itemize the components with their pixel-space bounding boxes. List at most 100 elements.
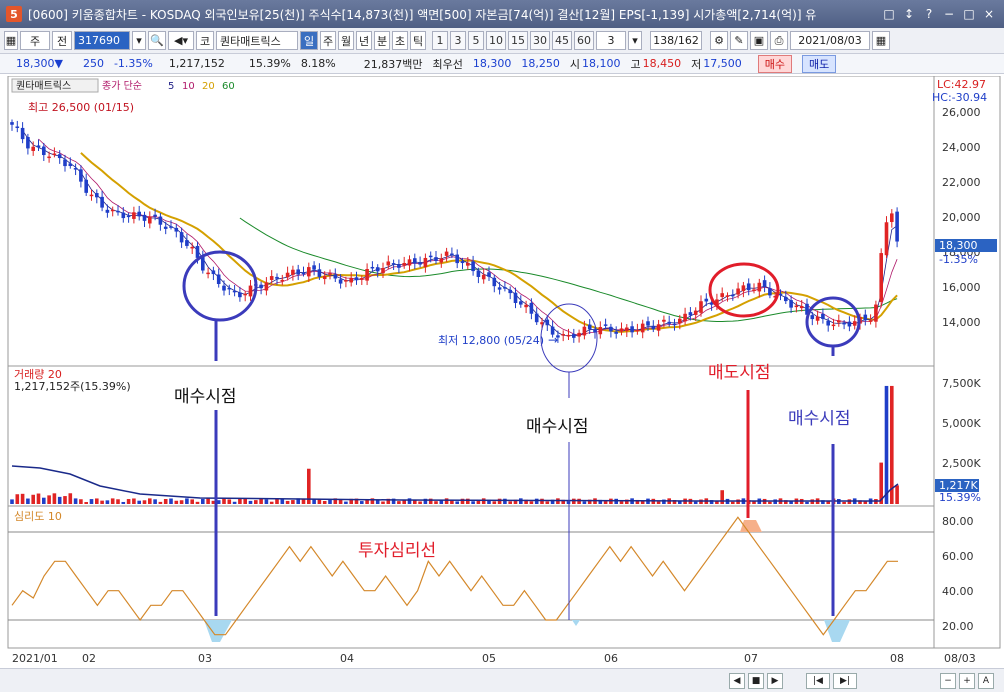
buy-button[interactable]: 매수 <box>757 54 792 73</box>
candle-body <box>444 251 449 256</box>
volume-bar <box>222 498 226 504</box>
interval-60[interactable]: 60 <box>574 31 594 50</box>
candle-body <box>227 287 232 290</box>
candle-body <box>190 246 194 249</box>
period-tick[interactable]: 틱 <box>410 31 426 50</box>
volume-bar <box>116 499 120 504</box>
best-bid: 18,250 <box>521 57 560 70</box>
volume: 1,217,152 <box>168 57 225 70</box>
title-bar: 5 [0600] 키움종합차트 - KOSDAQ 외국인보유[25(천)] 주식… <box>0 0 1004 28</box>
interval-30[interactable]: 30 <box>530 31 550 50</box>
minimize-icon[interactable]: − <box>942 7 956 21</box>
period-second[interactable]: 초 <box>392 31 408 50</box>
volume-bar <box>365 499 369 504</box>
help-icon[interactable]: ? <box>922 7 936 21</box>
restore-icon[interactable]: □ <box>882 7 896 21</box>
stop-icon[interactable]: ■ <box>748 672 764 689</box>
date-input[interactable]: 2021/08/03 <box>790 31 870 50</box>
resize-icon[interactable]: ↕ <box>902 7 916 21</box>
prev-button[interactable]: 전 <box>52 31 72 50</box>
candle-body <box>31 146 35 151</box>
period-month[interactable]: 월 <box>338 31 354 50</box>
volume-bar <box>126 499 131 504</box>
maximize-icon[interactable]: □ <box>962 7 976 21</box>
candle-body <box>52 153 57 156</box>
sentiment-center-label: 투자심리선 <box>358 541 436 561</box>
candle-body <box>248 285 253 297</box>
scroll-left-icon[interactable]: ◀ <box>729 672 745 689</box>
chevron-down-icon[interactable]: ▾ <box>628 31 642 50</box>
candle-body <box>884 222 889 256</box>
stock-code-input[interactable]: 317690 <box>74 31 130 50</box>
page-counter: 138/162 <box>650 31 702 50</box>
candle-body <box>407 259 412 266</box>
type-select[interactable]: 주 <box>20 31 50 50</box>
auto-icon[interactable]: A <box>978 672 994 689</box>
close-icon[interactable]: × <box>982 7 996 21</box>
market-button[interactable]: 코 <box>196 31 214 50</box>
first-icon[interactable]: |◀ <box>806 672 830 689</box>
toolbar: ▦ 주 전 317690 ▾ 🔍 ◀▾ 코 퀀타매트릭스 일 주 월 년 분 초… <box>0 28 1004 54</box>
candle-body <box>784 296 788 302</box>
speaker-icon[interactable]: ◀▾ <box>168 31 194 50</box>
interval-45[interactable]: 45 <box>552 31 572 50</box>
interval-10[interactable]: 10 <box>486 31 506 50</box>
volume-bar <box>238 498 242 504</box>
candle-body <box>216 274 221 285</box>
sentiment-label: 심리도 10 <box>14 510 62 523</box>
last-icon[interactable]: ▶| <box>833 672 857 689</box>
period-year[interactable]: 년 <box>356 31 372 50</box>
candle-body <box>375 267 380 272</box>
calendar-icon[interactable]: ▦ <box>872 31 890 50</box>
candle-body <box>169 226 173 228</box>
volume-bar <box>699 499 703 504</box>
count-select[interactable]: 3 <box>596 31 626 50</box>
zoom-out-icon[interactable]: − <box>940 672 956 689</box>
volume-bar <box>481 498 486 504</box>
tools-icon[interactable]: ✎ <box>730 31 748 50</box>
interval-5[interactable]: 5 <box>468 31 484 50</box>
volume-bar <box>397 501 401 504</box>
save-icon[interactable]: ▣ <box>750 31 768 50</box>
interval-15[interactable]: 15 <box>508 31 528 50</box>
zoom-in-icon[interactable]: + <box>959 672 975 689</box>
candle-body <box>428 255 433 258</box>
candle-body <box>678 318 682 324</box>
settings-icon[interactable]: ⚙ <box>710 31 728 50</box>
scroll-right-icon[interactable]: ▶ <box>767 672 783 689</box>
print-icon[interactable]: ⎙ <box>770 31 788 50</box>
interval-3[interactable]: 3 <box>450 31 466 50</box>
candle-body <box>402 262 406 266</box>
chart-svg[interactable]: 퀀타매트릭스 종가 단순 5 10 20 60 최고 26,500 (01/15… <box>0 75 1004 668</box>
candle-body <box>768 288 772 296</box>
volume-bar <box>338 499 343 504</box>
volume-bar <box>31 494 35 504</box>
volume-bar <box>15 494 20 504</box>
candle-body <box>95 193 99 198</box>
period-week[interactable]: 주 <box>320 31 336 50</box>
interval-1[interactable]: 1 <box>432 31 448 50</box>
candle-body <box>635 329 640 332</box>
candle-body <box>731 294 735 297</box>
volume-bar <box>36 493 41 504</box>
candle-body <box>158 216 163 225</box>
candle-body <box>232 290 237 293</box>
volume-bar <box>174 500 179 504</box>
chart-area[interactable]: 퀀타매트릭스 종가 단순 5 10 20 60 최고 26,500 (01/15… <box>0 75 1004 668</box>
candle-body <box>566 334 571 337</box>
candle-body <box>471 261 475 272</box>
amount: 21,837백만 <box>363 57 423 71</box>
sell-button[interactable]: 매도 <box>802 54 837 73</box>
period-day[interactable]: 일 <box>300 31 318 50</box>
period-minute[interactable]: 분 <box>374 31 390 50</box>
volume-bar <box>47 495 51 504</box>
candle-body <box>137 211 141 217</box>
candle-body <box>529 302 534 314</box>
low-arrow-icon: → <box>548 333 558 347</box>
chevron-down-icon[interactable]: ▾ <box>132 31 146 50</box>
volume-bar <box>275 498 279 504</box>
volume-bar <box>148 498 152 504</box>
magnifier-icon[interactable]: 🔍 <box>148 31 166 50</box>
candle-body <box>42 146 46 156</box>
grid-icon[interactable]: ▦ <box>4 31 18 50</box>
